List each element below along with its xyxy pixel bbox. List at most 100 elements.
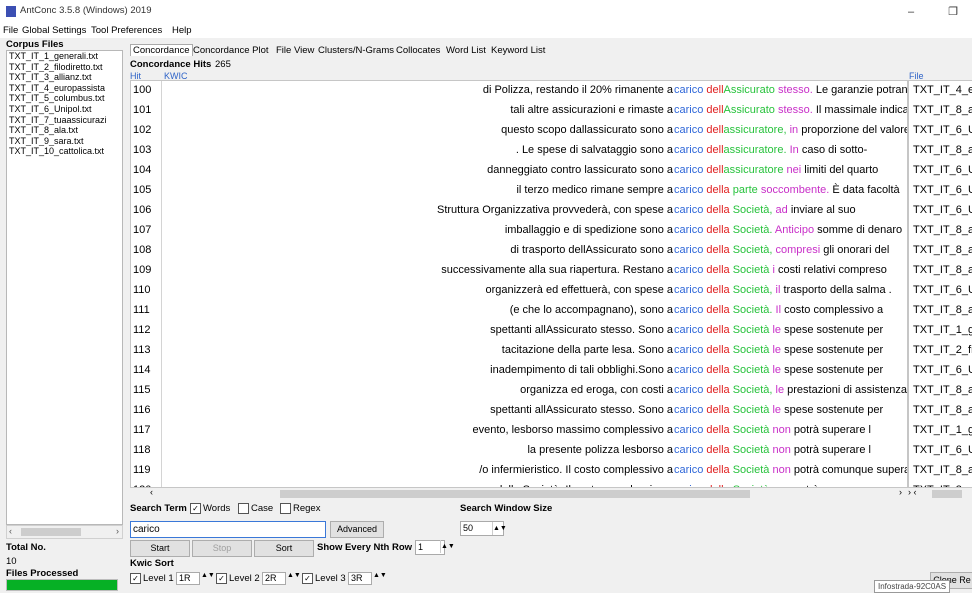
file-name-cell[interactable]: TXT_IT_8_al <box>913 144 972 156</box>
tab-word-list[interactable]: Word List <box>446 45 486 56</box>
search-term-hit[interactable]: carico <box>674 204 703 216</box>
file-name-cell[interactable]: TXT_IT_8_al <box>913 264 972 276</box>
concordance-row[interactable]: 118 la presente polizza lesborso a carico … <box>131 441 907 461</box>
concordance-row[interactable]: 102 questo scopo dallassicurato sono a car… <box>131 121 907 141</box>
menu-file[interactable]: File <box>3 25 18 36</box>
file-name-cell[interactable]: TXT_IT_4_eu <box>913 84 972 96</box>
file-name-cell[interactable]: TXT_IT_8_al <box>913 244 972 256</box>
menu-help[interactable]: Help <box>172 25 192 36</box>
scroll-thumb[interactable] <box>280 490 750 498</box>
file-name-cell[interactable]: TXT_IT_8_al <box>913 104 972 116</box>
file-name-cell[interactable]: TXT_IT_1_ge <box>913 324 972 336</box>
file-name-cell[interactable]: TXT_IT_8_al <box>913 384 972 396</box>
search-term-hit[interactable]: carico <box>674 104 703 116</box>
corpus-file-item[interactable]: TXT_IT_5_columbus.txt <box>7 93 122 104</box>
corpus-file-item[interactable]: TXT_IT_7_tuaassicurazi <box>7 115 122 126</box>
concordance-row[interactable]: 104 danneggiato contro lassicurato sono a… <box>131 161 907 181</box>
concordance-row[interactable]: 112 spettanti allAssicurato stesso. Sono … <box>131 321 907 341</box>
regex-checkbox[interactable] <box>280 503 291 514</box>
scroll-thumb[interactable] <box>932 490 962 498</box>
file-name-cell[interactable]: TXT_IT_6_U <box>913 444 972 456</box>
scroll-right-icon[interactable]: › <box>116 526 119 536</box>
concordance-row[interactable]: 120della Società. Il costo complessivo a… <box>131 481 907 487</box>
concordance-row[interactable]: 117 evento, lesborso massimo complessivo … <box>131 421 907 441</box>
concordance-row[interactable]: 107 imballaggio e di spedizione sono a car… <box>131 221 907 241</box>
search-term-hit[interactable]: carico <box>674 224 703 236</box>
corpus-file-item[interactable]: TXT_IT_3_allianz.txt <box>7 72 122 83</box>
concordance-row[interactable]: 114 inadempimento di tali obblighi.Sono a… <box>131 361 907 381</box>
minimize-button[interactable]: – <box>898 3 924 21</box>
concordance-row[interactable]: 106 Struttura Organizzativa provvederà, c… <box>131 201 907 221</box>
corpus-file-item[interactable]: TXT_IT_2_filodiretto.txt <box>7 62 122 73</box>
search-term-hit[interactable]: carico <box>674 344 703 356</box>
level3-checkbox[interactable]: ✓ <box>302 573 313 584</box>
file-name-cell[interactable]: TXT_IT_6_U <box>913 124 972 136</box>
spinner-arrows-icon[interactable]: ▲▼ <box>287 572 301 579</box>
search-term-input[interactable]: carico <box>130 521 326 538</box>
corpus-file-item[interactable]: TXT_IT_8_ala.txt <box>7 125 122 136</box>
concordance-results[interactable]: 100 di Polizza, restando il 20% rimanente… <box>130 80 908 488</box>
concordance-row[interactable]: 109 successivamente alla sua riapertura. … <box>131 261 907 281</box>
file-name-cell[interactable]: TXT_IT_6_U <box>913 184 972 196</box>
search-term-hit[interactable]: carico <box>674 144 703 156</box>
concordance-row[interactable]: 119/o infermieristico. Il costo compless… <box>131 461 907 481</box>
search-term-hit[interactable]: carico <box>674 184 703 196</box>
search-term-hit[interactable]: carico <box>674 84 703 96</box>
advanced-button[interactable]: Advanced <box>330 521 384 538</box>
file-name-cell[interactable]: TXT_IT_6_U <box>913 284 972 296</box>
scroll-left-icon[interactable]: ‹ <box>150 487 153 497</box>
search-term-hit[interactable]: carico <box>674 284 703 296</box>
concordance-row[interactable]: 108 di trasporto dellAssicurato sono a car… <box>131 241 907 261</box>
search-term-hit[interactable]: carico <box>674 304 703 316</box>
menu-tool-preferences[interactable]: Tool Preferences <box>91 25 162 36</box>
corpus-file-item[interactable]: TXT_IT_9_sara.txt <box>7 136 122 147</box>
tab-clusters-ngrams[interactable]: Clusters/N-Grams <box>318 45 394 56</box>
scroll-left-icon[interactable]: ‹ <box>9 526 12 536</box>
scroll-thumb[interactable] <box>21 528 81 536</box>
concordance-row[interactable]: 101 tali altre assicurazioni e rimaste ac… <box>131 101 907 121</box>
menu-global-settings[interactable]: Global Settings <box>22 25 86 36</box>
spinner-arrows-icon[interactable]: ▲▼ <box>440 540 455 553</box>
start-button[interactable]: Start <box>130 540 190 557</box>
file-name-cell[interactable]: TXT_IT_8_al <box>913 464 972 476</box>
search-window-size-spinner[interactable]: 50 ▲▼ <box>460 521 507 536</box>
concordance-row[interactable]: 110 organizzerà ed effettuerà, con spese … <box>131 281 907 301</box>
spinner-arrows-icon[interactable]: ▲▼ <box>373 572 387 579</box>
maximize-button[interactable]: ❐ <box>940 3 966 21</box>
file-name-cell[interactable]: TXT_IT_2_fi <box>913 344 972 356</box>
tab-file-view[interactable]: File View <box>276 45 314 56</box>
level2-spinner[interactable]: 2R <box>262 572 286 585</box>
search-term-hit[interactable]: carico <box>674 404 703 416</box>
file-name-cell[interactable]: TXT_IT_8_al <box>913 404 972 416</box>
stop-button[interactable]: Stop <box>192 540 252 557</box>
concordance-row[interactable]: 113 tacitazione della parte lesa. Sono ac… <box>131 341 907 361</box>
sort-button[interactable]: Sort <box>254 540 314 557</box>
search-term-hit[interactable]: carico <box>674 164 703 176</box>
corpus-file-item[interactable]: TXT_IT_1_generali.txt <box>7 51 122 62</box>
search-term-hit[interactable]: carico <box>674 464 703 476</box>
level3-spinner[interactable]: 3R <box>348 572 372 585</box>
search-term-hit[interactable]: carico <box>674 444 703 456</box>
file-name-cell[interactable]: TXT_IT_6_U <box>913 164 972 176</box>
concordance-row[interactable]: 111 (e che lo accompagnano), sono a carico… <box>131 301 907 321</box>
tab-collocates[interactable]: Collocates <box>396 45 440 56</box>
search-term-hit[interactable]: carico <box>674 364 703 376</box>
corpus-file-item[interactable]: TXT_IT_6_Unipol.txt <box>7 104 122 115</box>
concordance-row[interactable]: 103 . Le spese di salvataggio sono a caric… <box>131 141 907 161</box>
spinner-arrows-icon[interactable]: ▲▼ <box>201 572 215 579</box>
file-name-cell[interactable]: TXT_IT_8_al <box>913 224 972 236</box>
corpus-file-item[interactable]: TXT_IT_4_europassista <box>7 83 122 94</box>
file-name-cell[interactable]: TXT_IT_6_U <box>913 204 972 216</box>
concordance-row[interactable]: 115 organizza ed eroga, con costi a carico… <box>131 381 907 401</box>
level1-checkbox[interactable]: ✓ <box>130 573 141 584</box>
concordance-row[interactable]: 100 di Polizza, restando il 20% rimanente… <box>131 81 907 101</box>
file-name-cell[interactable]: TXT_IT_6_U <box>913 364 972 376</box>
concordance-row[interactable]: 105 il terzo medico rimane sempre a carico… <box>131 181 907 201</box>
file-name-cell[interactable]: TXT_IT_1_ge <box>913 424 972 436</box>
file-name-cell[interactable]: TXT_IT_8_al <box>913 304 972 316</box>
scroll-right-icon[interactable]: › <box>899 487 902 497</box>
search-term-hit[interactable]: carico <box>674 264 703 276</box>
tab-keyword-list[interactable]: Keyword List <box>491 45 545 56</box>
file-column-scrollbar[interactable]: › ‹ <box>908 487 972 499</box>
words-checkbox[interactable]: ✓ <box>190 503 201 514</box>
